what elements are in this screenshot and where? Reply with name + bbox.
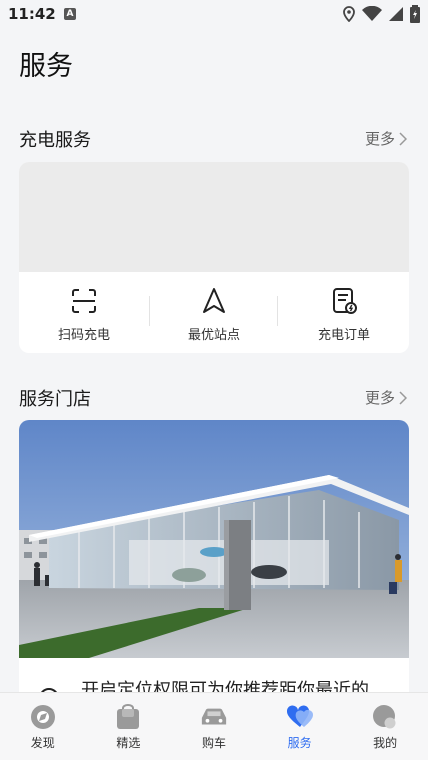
charging-actions: 扫码充电 最优站点 充电订单 (19, 272, 409, 353)
tab-discover[interactable]: 发现 (0, 693, 86, 760)
tab-profile[interactable]: 我的 (342, 693, 428, 760)
tab-label: 服务 (287, 736, 312, 750)
navigation-icon (203, 288, 225, 313)
charging-more-link[interactable]: 更多 (365, 128, 407, 149)
status-bar: 11:42 A (0, 0, 428, 30)
store-photo (19, 420, 409, 658)
discover-icon (29, 703, 57, 731)
battery-icon (410, 5, 420, 23)
best-station-label: 最优站点 (187, 328, 240, 343)
car-icon (200, 703, 228, 731)
page-title: 服务 (19, 51, 73, 82)
tab-label: 我的 (373, 736, 398, 750)
store-section-header: 服务门店 更多 (19, 385, 409, 410)
charging-section-title: 充电服务 (19, 130, 91, 151)
tab-service[interactable]: 服务 (257, 693, 343, 760)
more-label: 更多 (364, 389, 395, 407)
tab-buy-car[interactable]: 购车 (171, 693, 257, 760)
tab-featured[interactable]: 精选 (86, 693, 172, 760)
store-more-link[interactable]: 更多 (365, 387, 407, 408)
status-icons (342, 5, 420, 23)
chevron-right-icon (399, 131, 407, 146)
profile-icon (371, 703, 399, 731)
order-icon (333, 288, 357, 314)
charge-orders-button[interactable]: 充电订单 (279, 272, 409, 353)
tab-label: 发现 (30, 736, 55, 750)
heart-icon (286, 703, 314, 731)
charging-card: 扫码充电 最优站点 充电订单 (19, 162, 409, 353)
notification-icon: A (64, 8, 76, 20)
chevron-right-icon (399, 390, 407, 405)
charging-section-header: 充电服务 更多 (19, 126, 409, 151)
location-icon (343, 6, 355, 22)
scan-charge-button[interactable]: 扫码充电 (19, 272, 149, 353)
charge-orders-label: 充电订单 (317, 328, 370, 343)
scan-icon (72, 289, 96, 313)
wifi-icon (362, 6, 382, 21)
more-label: 更多 (364, 130, 395, 148)
store-card[interactable]: 开启定位权限可为你推荐距你最近的 (19, 420, 409, 710)
best-station-button[interactable]: 最优站点 (149, 272, 279, 353)
status-time: 11:42 (8, 5, 56, 23)
charging-banner[interactable] (19, 162, 409, 272)
store-section-title: 服务门店 (19, 389, 91, 410)
tab-label: 精选 (116, 736, 141, 750)
shopping-bag-icon (114, 703, 142, 731)
tab-label: 购车 (201, 736, 226, 750)
signal-icon (389, 7, 403, 21)
divider (277, 296, 278, 326)
scan-charge-label: 扫码充电 (57, 328, 110, 343)
bottom-tab-bar: 发现 精选 购车 服务 我的 (0, 692, 428, 760)
